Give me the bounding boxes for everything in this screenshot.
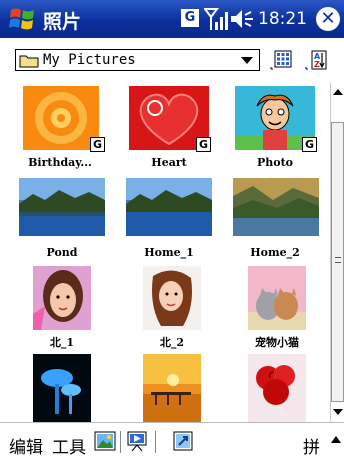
clock-time[interactable]: 18:21: [258, 9, 307, 29]
folder-toolbar: My Pictures A Z: [0, 38, 344, 82]
signal-strength-icon[interactable]: [204, 6, 228, 32]
g-badge-icon: G: [196, 137, 211, 152]
sunset-pier-thumbnail-image: [143, 354, 201, 422]
scroll-up-arrow-icon[interactable]: [331, 84, 344, 100]
birthday-thumbnail-image: [23, 86, 99, 150]
home-1-thumbnail-image: [126, 178, 212, 236]
portrait-1-thumbnail-image: [33, 266, 91, 330]
rotate-icon[interactable]: [172, 430, 194, 452]
volume-icon[interactable]: [229, 7, 255, 31]
slideshow-icon[interactable]: [126, 430, 148, 452]
thumbnail-label: 北_2: [159, 336, 185, 349]
thumbnail-label: Home_1: [144, 246, 194, 259]
close-icon[interactable]: ✕: [316, 7, 340, 31]
sort-icon[interactable]: A Z: [305, 48, 329, 72]
portrait-2-thumbnail-image: [143, 266, 201, 330]
scroll-grip-icon: [335, 257, 341, 263]
thumbnail-label: Home_2: [250, 246, 300, 259]
thumbnail-label: Heart: [151, 156, 187, 169]
thumbnail-label: 宠物小猫: [255, 336, 299, 349]
app-title: 照片: [43, 11, 82, 33]
mushroom-thumbnail-image: [33, 354, 91, 422]
menu-divider: [120, 431, 121, 453]
folder-name: My Pictures: [43, 52, 136, 68]
picture-icon[interactable]: [94, 430, 116, 452]
svg-text:Z: Z: [314, 60, 320, 69]
grid-view-icon[interactable]: [270, 48, 294, 72]
edit-menu[interactable]: 编辑: [9, 433, 43, 458]
home-2-thumbnail-image: [233, 178, 319, 236]
bottom-menu-bar: 编辑 工具 拼: [0, 422, 344, 459]
vertical-scrollbar[interactable]: [330, 82, 344, 422]
scroll-thumb[interactable]: [331, 122, 344, 402]
thumbnail-label: 北_1: [49, 336, 75, 349]
kittens-thumbnail-image: [248, 266, 306, 330]
thumbnail-label: Photo: [256, 156, 294, 169]
g-badge-icon: G: [302, 137, 317, 152]
chevron-down-icon[interactable]: [241, 57, 253, 64]
pond-thumbnail-image: [19, 178, 105, 236]
windows-start-icon[interactable]: [8, 6, 36, 32]
thumbnail-label: Birthday...: [28, 156, 92, 169]
folder-dropdown[interactable]: My Pictures: [15, 49, 260, 71]
thumbnail-grid: G Birthday... G Heart G Photo Pond Home_…: [0, 82, 330, 422]
input-method-button[interactable]: 拼: [303, 433, 320, 458]
tools-menu[interactable]: 工具: [52, 433, 86, 458]
folder-icon: [19, 55, 39, 67]
roses-thumbnail-image: [248, 354, 306, 422]
thumbnail-label: Pond: [46, 246, 78, 259]
scroll-down-arrow-icon[interactable]: [331, 404, 344, 420]
g-badge-icon: G: [90, 137, 105, 152]
chevron-up-icon[interactable]: [331, 436, 341, 443]
title-bar: 照片 G 18:21 ✕: [0, 0, 344, 38]
network-type-icon[interactable]: G: [181, 9, 199, 27]
menu-divider: [155, 431, 156, 453]
